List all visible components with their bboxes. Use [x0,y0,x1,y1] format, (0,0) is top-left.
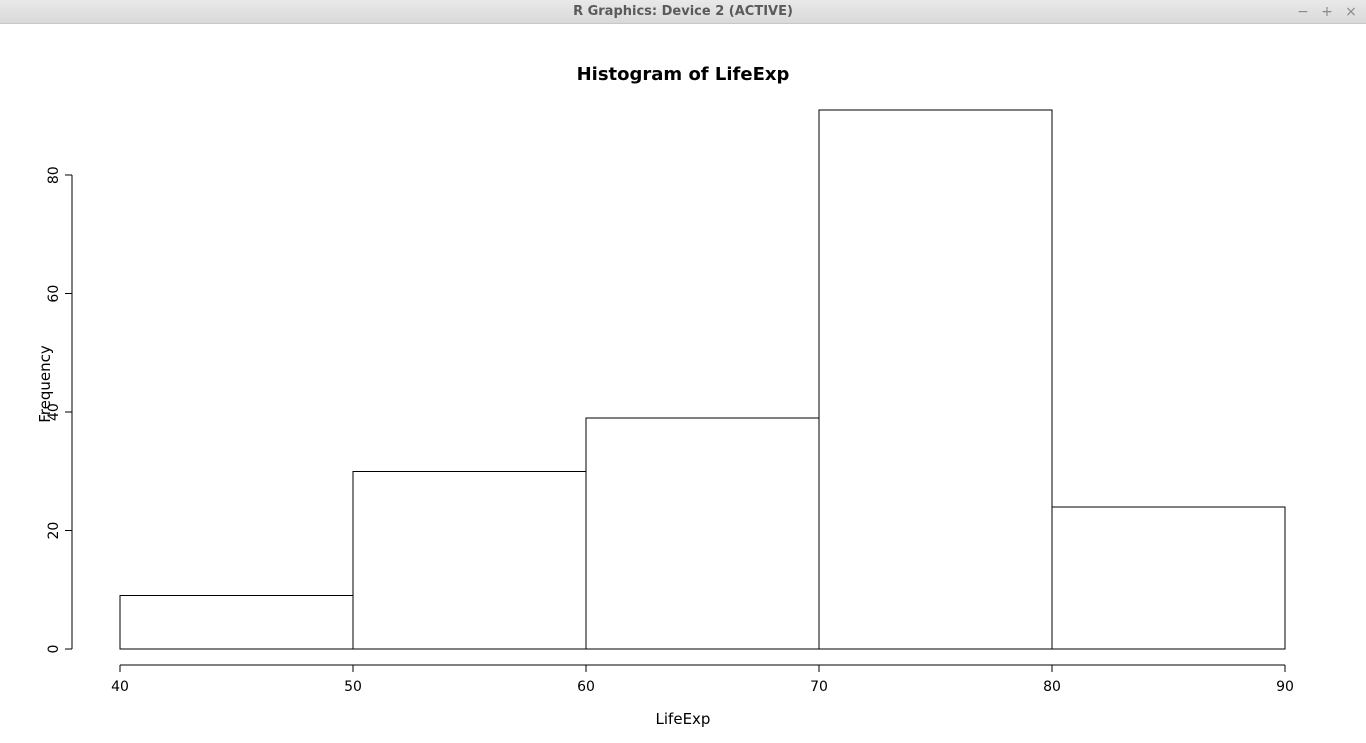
histogram-bar [353,471,586,649]
y-axis-tick-label: 0 [46,645,62,654]
plot-area: Histogram of LifeExp LifeExp Frequency 4… [0,24,1366,743]
y-axis-tick-label: 60 [46,285,62,303]
minimize-icon[interactable]: − [1296,0,1310,24]
window-titlebar: R Graphics: Device 2 (ACTIVE) − + × [0,0,1366,24]
histogram-bar [1052,507,1285,649]
x-axis-tick-label: 50 [344,679,362,695]
y-axis-tick-label: 20 [46,522,62,540]
x-axis-tick-label: 70 [810,679,828,695]
y-axis-tick-label: 80 [46,166,62,184]
x-axis-tick-label: 90 [1276,679,1294,695]
window-buttons: − + × [1296,0,1358,24]
histogram-bar [586,418,819,649]
y-axis-tick-label: 40 [46,403,62,421]
histogram-chart: 40 50 60 70 80 90 0 20 40 60 80 [0,24,1366,743]
histogram-bar [120,596,353,649]
x-axis-tick-label: 40 [111,679,129,695]
maximize-icon[interactable]: + [1320,0,1334,24]
histogram-bar [819,110,1052,649]
x-axis-tick-label: 60 [577,679,595,695]
window-title: R Graphics: Device 2 (ACTIVE) [0,0,1366,24]
close-icon[interactable]: × [1344,0,1358,24]
x-axis-tick-label: 80 [1043,679,1061,695]
